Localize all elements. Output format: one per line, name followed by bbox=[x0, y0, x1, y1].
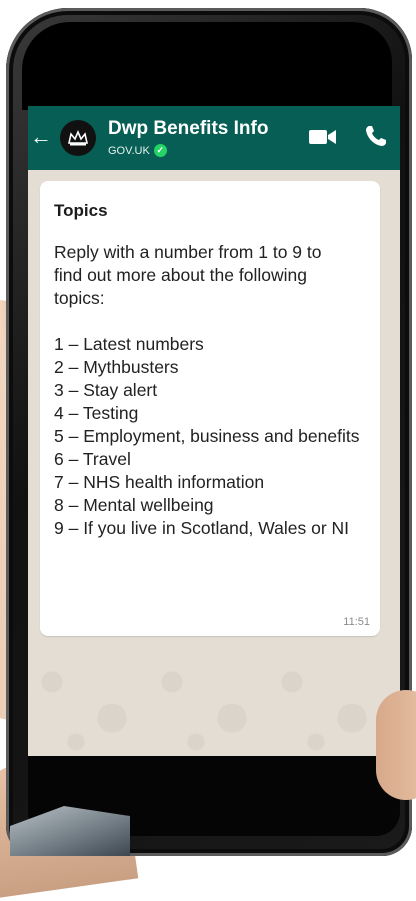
chat-header: ← Dwp Benefits Info GOV.UK ✓ bbox=[28, 106, 400, 170]
topic-item: 1 – Latest numbers bbox=[54, 334, 204, 354]
topic-item: 8 – Mental wellbeing bbox=[54, 495, 214, 515]
topic-item: 3 – Stay alert bbox=[54, 380, 158, 400]
topic-item: 9 – If you live in Scotland, Wales or NI bbox=[54, 518, 350, 538]
topic-item: 7 – NHS health information bbox=[54, 472, 265, 492]
message-title: Topics bbox=[54, 201, 108, 220]
voice-call-icon[interactable] bbox=[364, 124, 388, 148]
message-timestamp: 11:51 bbox=[343, 616, 370, 628]
contact-subtitle: GOV.UK ✓ bbox=[108, 144, 167, 157]
topic-item: 2 – Mythbusters bbox=[54, 357, 179, 377]
message-bubble[interactable]: Topics Reply with a number from 1 to 9 t… bbox=[40, 181, 380, 636]
hand-background bbox=[376, 690, 416, 800]
phone-bezel-top bbox=[22, 22, 392, 110]
crown-icon bbox=[68, 129, 88, 146]
chat-screen: ← Dwp Benefits Info GOV.UK ✓ Topics Repl… bbox=[28, 106, 400, 756]
topic-item: 6 – Travel bbox=[54, 449, 131, 469]
message-intro: Reply with a number from 1 to 9 to find … bbox=[54, 242, 322, 308]
video-call-icon[interactable] bbox=[309, 128, 337, 146]
avatar[interactable] bbox=[60, 120, 96, 156]
topic-item: 5 – Employment, business and benefits bbox=[54, 426, 360, 446]
topic-item: 4 – Testing bbox=[54, 403, 139, 423]
topic-list: 1 – Latest numbers 2 – Mythbusters 3 – S… bbox=[54, 333, 368, 540]
verified-check-icon: ✓ bbox=[153, 144, 167, 157]
contact-subtitle-text: GOV.UK bbox=[108, 144, 150, 157]
back-arrow-icon[interactable]: ← bbox=[30, 126, 52, 148]
contact-name[interactable]: Dwp Benefits Info bbox=[108, 118, 268, 140]
